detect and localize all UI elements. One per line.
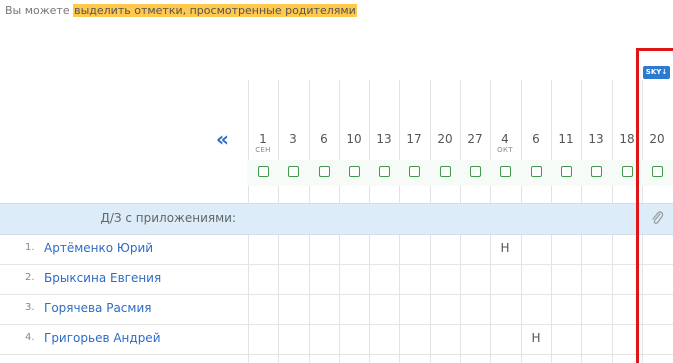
paperclip-icon[interactable] — [650, 210, 664, 226]
annotation-frame-top — [636, 48, 673, 51]
date-column-header[interactable]: 4 ОКТ — [490, 133, 520, 155]
column-checkbox[interactable] — [652, 166, 663, 177]
date-day: 13 — [588, 132, 604, 146]
student-row: 4. Григорьев Андрей Н — [0, 324, 673, 355]
column-checkbox[interactable] — [258, 166, 269, 177]
column-checkbox[interactable] — [531, 166, 542, 177]
date-day: 6 — [532, 132, 540, 146]
homework-attachments-row: Д/З с приложениями: — [0, 203, 673, 235]
date-month: СЕН — [255, 146, 271, 154]
checkbox-band — [247, 160, 673, 186]
date-day: 13 — [376, 132, 392, 146]
date-column-header[interactable]: 13 — [369, 133, 399, 146]
grade-mark[interactable]: Н — [521, 331, 551, 345]
date-column-header[interactable]: 17 — [399, 133, 429, 146]
student-number: 2. — [25, 272, 35, 283]
column-checkbox[interactable] — [319, 166, 330, 177]
column-checkbox[interactable] — [500, 166, 511, 177]
homework-label: Д/З с приложениями: — [100, 211, 236, 225]
column-checkbox[interactable] — [622, 166, 633, 177]
date-day: 18 — [619, 132, 635, 146]
date-column-header[interactable]: 20 — [642, 133, 672, 146]
hint-highlight: выделить отметки, просмотренные родителя… — [73, 4, 357, 17]
column-checkbox[interactable] — [349, 166, 360, 177]
column-checkbox[interactable] — [470, 166, 481, 177]
date-day: 20 — [437, 132, 453, 146]
column-checkbox[interactable] — [288, 166, 299, 177]
date-day: 20 — [649, 132, 665, 146]
student-name-link[interactable]: Брыксина Евгения — [44, 271, 161, 285]
date-column-header[interactable]: 27 — [460, 133, 490, 146]
date-column-header[interactable]: 13 — [581, 133, 611, 146]
date-day: 10 — [346, 132, 362, 146]
date-day: 6 — [320, 132, 328, 146]
student-row: 1. Артёменко Юрий Н — [0, 234, 673, 265]
student-number: 4. — [25, 332, 35, 343]
column-checkbox[interactable] — [409, 166, 420, 177]
student-name-link[interactable]: Горячева Расмия — [44, 301, 151, 315]
grade-mark[interactable]: Н — [490, 241, 520, 255]
student-number: 1. — [25, 242, 35, 253]
hint-text: Вы можете выделить отметки, просмотренны… — [5, 4, 357, 17]
date-day: 4 — [501, 132, 509, 146]
student-row: 2. Брыксина Евгения — [0, 264, 673, 295]
date-column-header[interactable]: 1 СЕН — [248, 133, 278, 155]
date-column-header[interactable]: 10 — [339, 133, 369, 146]
column-checkbox[interactable] — [561, 166, 572, 177]
student-number: 3. — [25, 302, 35, 313]
date-day: 11 — [558, 132, 574, 146]
date-column-header[interactable]: 3 — [278, 133, 308, 146]
date-column-header[interactable]: 6 — [309, 133, 339, 146]
column-checkbox[interactable] — [591, 166, 602, 177]
date-day: 3 — [289, 132, 297, 146]
previous-period-button[interactable]: « — [216, 127, 229, 151]
student-row: 3. Горячева Расмия — [0, 294, 673, 325]
column-checkbox[interactable] — [440, 166, 451, 177]
hint-prefix: Вы можете — [5, 4, 74, 17]
date-month: ОКТ — [497, 146, 513, 154]
column-checkbox[interactable] — [379, 166, 390, 177]
student-name-link[interactable]: Артёменко Юрий — [44, 241, 153, 255]
date-column-header[interactable]: 11 — [551, 133, 581, 146]
date-day: 27 — [467, 132, 483, 146]
date-column-header[interactable]: 20 — [430, 133, 460, 146]
date-day: 17 — [406, 132, 422, 146]
date-column-header[interactable]: 6 — [521, 133, 551, 146]
date-day: 1 — [259, 132, 267, 146]
student-name-link[interactable]: Григорьев Андрей — [44, 331, 161, 345]
sky-button[interactable]: SKY↓ — [643, 66, 670, 79]
annotation-frame-left — [636, 48, 639, 363]
